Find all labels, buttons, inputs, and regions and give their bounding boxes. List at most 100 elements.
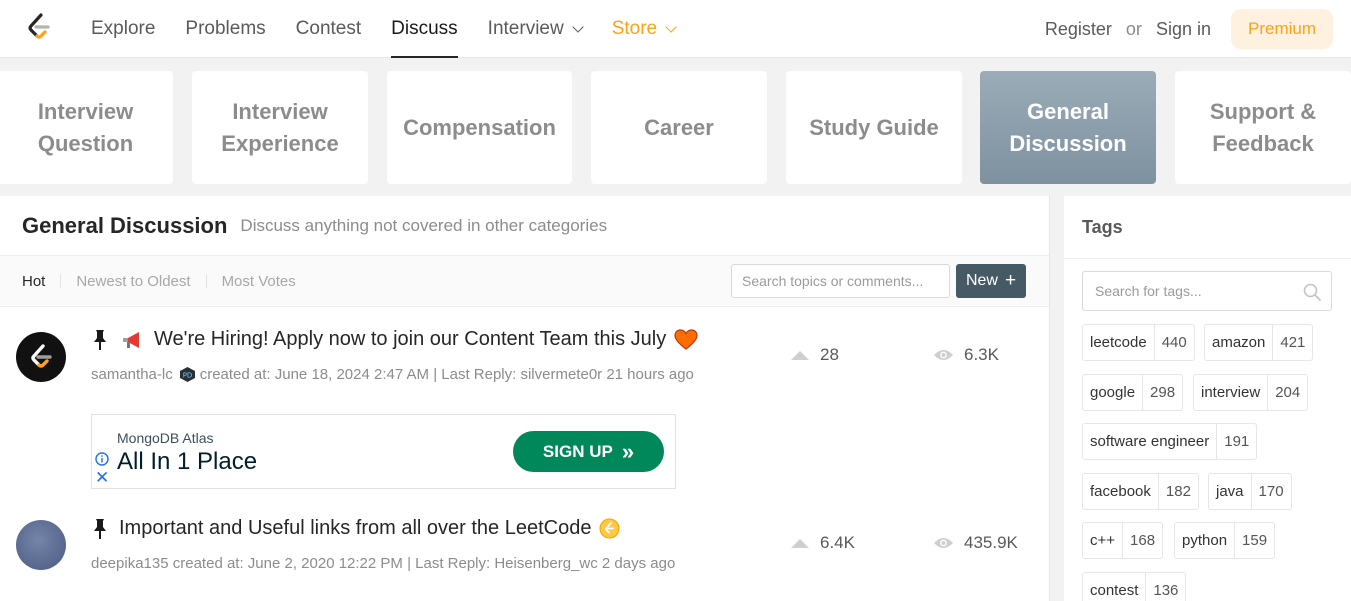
tag-name: leetcode	[1083, 325, 1155, 360]
category-general-discussion[interactable]: General Discussion	[980, 71, 1156, 184]
ad-info-icon[interactable]	[95, 452, 109, 466]
tag-facebook[interactable]: facebook 182	[1082, 473, 1199, 510]
nav-problems-label: Problems	[185, 18, 266, 39]
nav-store-label: Store	[611, 18, 658, 39]
megaphone-icon	[123, 331, 139, 348]
ad-signup-button[interactable]: SIGN UP »	[513, 431, 664, 472]
sort-hot[interactable]: Hot	[22, 273, 45, 290]
discussion-panel: General Discussion Discuss anything not …	[0, 196, 1050, 601]
category-interview-question[interactable]: Interview Question	[0, 71, 173, 184]
search-icon[interactable]	[1303, 283, 1321, 301]
tag-name: software engineer	[1083, 424, 1218, 459]
plus-icon: +	[1004, 270, 1017, 291]
register-link[interactable]: Register	[1045, 19, 1112, 40]
view-count: 6.3K	[933, 345, 999, 365]
topic-title[interactable]: Important and Useful links from all over…	[91, 517, 620, 540]
tag-software-engineer[interactable]: software engineer 191	[1082, 423, 1258, 460]
eye-icon	[934, 538, 953, 548]
nav-right: Register or Sign in Premium	[1045, 0, 1333, 58]
nav-interview-label: Interview	[487, 18, 564, 39]
author-link[interactable]: deepika135	[91, 555, 169, 572]
category-career[interactable]: Career	[591, 71, 767, 184]
tag-name: interview	[1194, 375, 1269, 410]
ad-close-icon[interactable]: ✕	[95, 469, 109, 486]
tag-count: 204	[1275, 384, 1301, 401]
avatar[interactable]	[16, 520, 66, 570]
divider	[205, 274, 207, 288]
tag-leetcode[interactable]: leetcode 440	[1082, 324, 1195, 361]
author-link[interactable]: samantha-lc	[91, 366, 173, 383]
tag-name: facebook	[1083, 474, 1159, 509]
tag-count: 182	[1165, 483, 1191, 500]
category-label: Interview	[232, 98, 328, 124]
nav-discuss[interactable]: Discuss	[391, 0, 458, 58]
category-label: Support &	[1209, 98, 1317, 124]
eye-icon	[934, 350, 953, 360]
page-description: Discuss anything not covered in other ca…	[240, 215, 608, 235]
vote-count: 6.4K	[791, 533, 855, 553]
tag-count: 159	[1242, 532, 1268, 549]
sort-toolbar: Hot Newest to Oldest Most Votes New +	[0, 256, 1049, 307]
category-interview-experience[interactable]: Interview Experience	[192, 71, 368, 184]
tag-count: 440	[1161, 334, 1187, 351]
tag-count: 298	[1150, 384, 1176, 401]
category-label: Study Guide	[809, 114, 939, 140]
leetcode-logo-icon[interactable]	[24, 12, 54, 42]
avatar[interactable]	[16, 332, 66, 382]
vote-count-text: 6.4K	[820, 533, 855, 552]
tag-contest[interactable]: contest 136	[1082, 572, 1187, 601]
topic-row: Important and Useful links from all over…	[0, 498, 1050, 601]
tag-java[interactable]: java 170	[1208, 473, 1292, 510]
or-text: or	[1125, 18, 1142, 39]
chevron-down-icon	[572, 20, 584, 33]
tag-name: c++	[1083, 523, 1124, 558]
tag-count: 421	[1280, 334, 1306, 351]
topic-title-text: We're Hiring! Apply now to join our Cont…	[154, 328, 667, 350]
tag-cpp[interactable]: c++ 168	[1082, 522, 1164, 559]
panel-header: General Discussion Discuss anything not …	[0, 196, 1049, 256]
ad-headline: All In 1 Place	[117, 448, 258, 475]
tag-amazon[interactable]: amazon 421	[1204, 324, 1314, 361]
nav-contest[interactable]: Contest	[296, 0, 361, 58]
pin-icon	[94, 518, 106, 539]
upvote-icon[interactable]	[791, 538, 809, 548]
category-label: General	[1027, 98, 1109, 124]
category-study-guide[interactable]: Study Guide	[786, 71, 962, 184]
signin-link[interactable]: Sign in	[1156, 19, 1211, 40]
vote-count-text: 28	[820, 345, 839, 364]
nav-problems[interactable]: Problems	[185, 0, 265, 58]
category-label: Discussion	[1009, 130, 1127, 156]
nav-explore[interactable]: Explore	[91, 0, 155, 58]
category-compensation[interactable]: Compensation	[387, 71, 572, 184]
nav-explore-label: Explore	[91, 18, 156, 39]
chevron-down-icon	[665, 20, 677, 33]
category-cards: Interview Question Interview Experience Co…	[0, 71, 1351, 184]
sort-most-votes[interactable]: Most Votes	[222, 273, 296, 290]
upvote-icon[interactable]	[791, 350, 809, 360]
tag-interview[interactable]: interview 204	[1193, 374, 1309, 411]
topic-meta: deepika135 created at: June 2, 2020 12:2…	[91, 555, 675, 572]
category-label: Career	[644, 114, 714, 140]
page-title: General Discussion	[22, 212, 228, 238]
category-label: Question	[37, 130, 134, 156]
category-support-feedback[interactable]: Support & Feedback	[1175, 71, 1351, 184]
tag-google[interactable]: google 298	[1082, 374, 1184, 411]
premium-button[interactable]: Premium	[1230, 9, 1333, 49]
tag-name: contest	[1083, 573, 1147, 601]
top-navbar: Explore Problems Contest Discuss Intervi…	[0, 0, 1351, 58]
tag-count: 191	[1224, 433, 1250, 450]
search-topics-input[interactable]	[731, 264, 950, 298]
tag-name: java	[1209, 474, 1252, 509]
sort-newest[interactable]: Newest to Oldest	[76, 273, 190, 290]
tag-search-input[interactable]	[1083, 272, 1293, 310]
tag-name: google	[1083, 375, 1144, 410]
topic-title[interactable]: We're Hiring! Apply now to join our Cont…	[91, 328, 698, 351]
tags-panel: Tags leetcode 440 amazon 421 google 298 int…	[1064, 196, 1351, 601]
ad-banner[interactable]: MongoDB Atlas All In 1 Place SIGN UP » ✕	[91, 414, 676, 489]
new-topic-button[interactable]: New +	[956, 264, 1026, 298]
category-label: Feedback	[1212, 130, 1314, 156]
tag-python[interactable]: python 159	[1174, 522, 1276, 559]
nav-interview[interactable]: Interview	[487, 0, 584, 58]
nav-store[interactable]: Store	[611, 0, 677, 58]
new-topic-label: New	[965, 272, 998, 289]
